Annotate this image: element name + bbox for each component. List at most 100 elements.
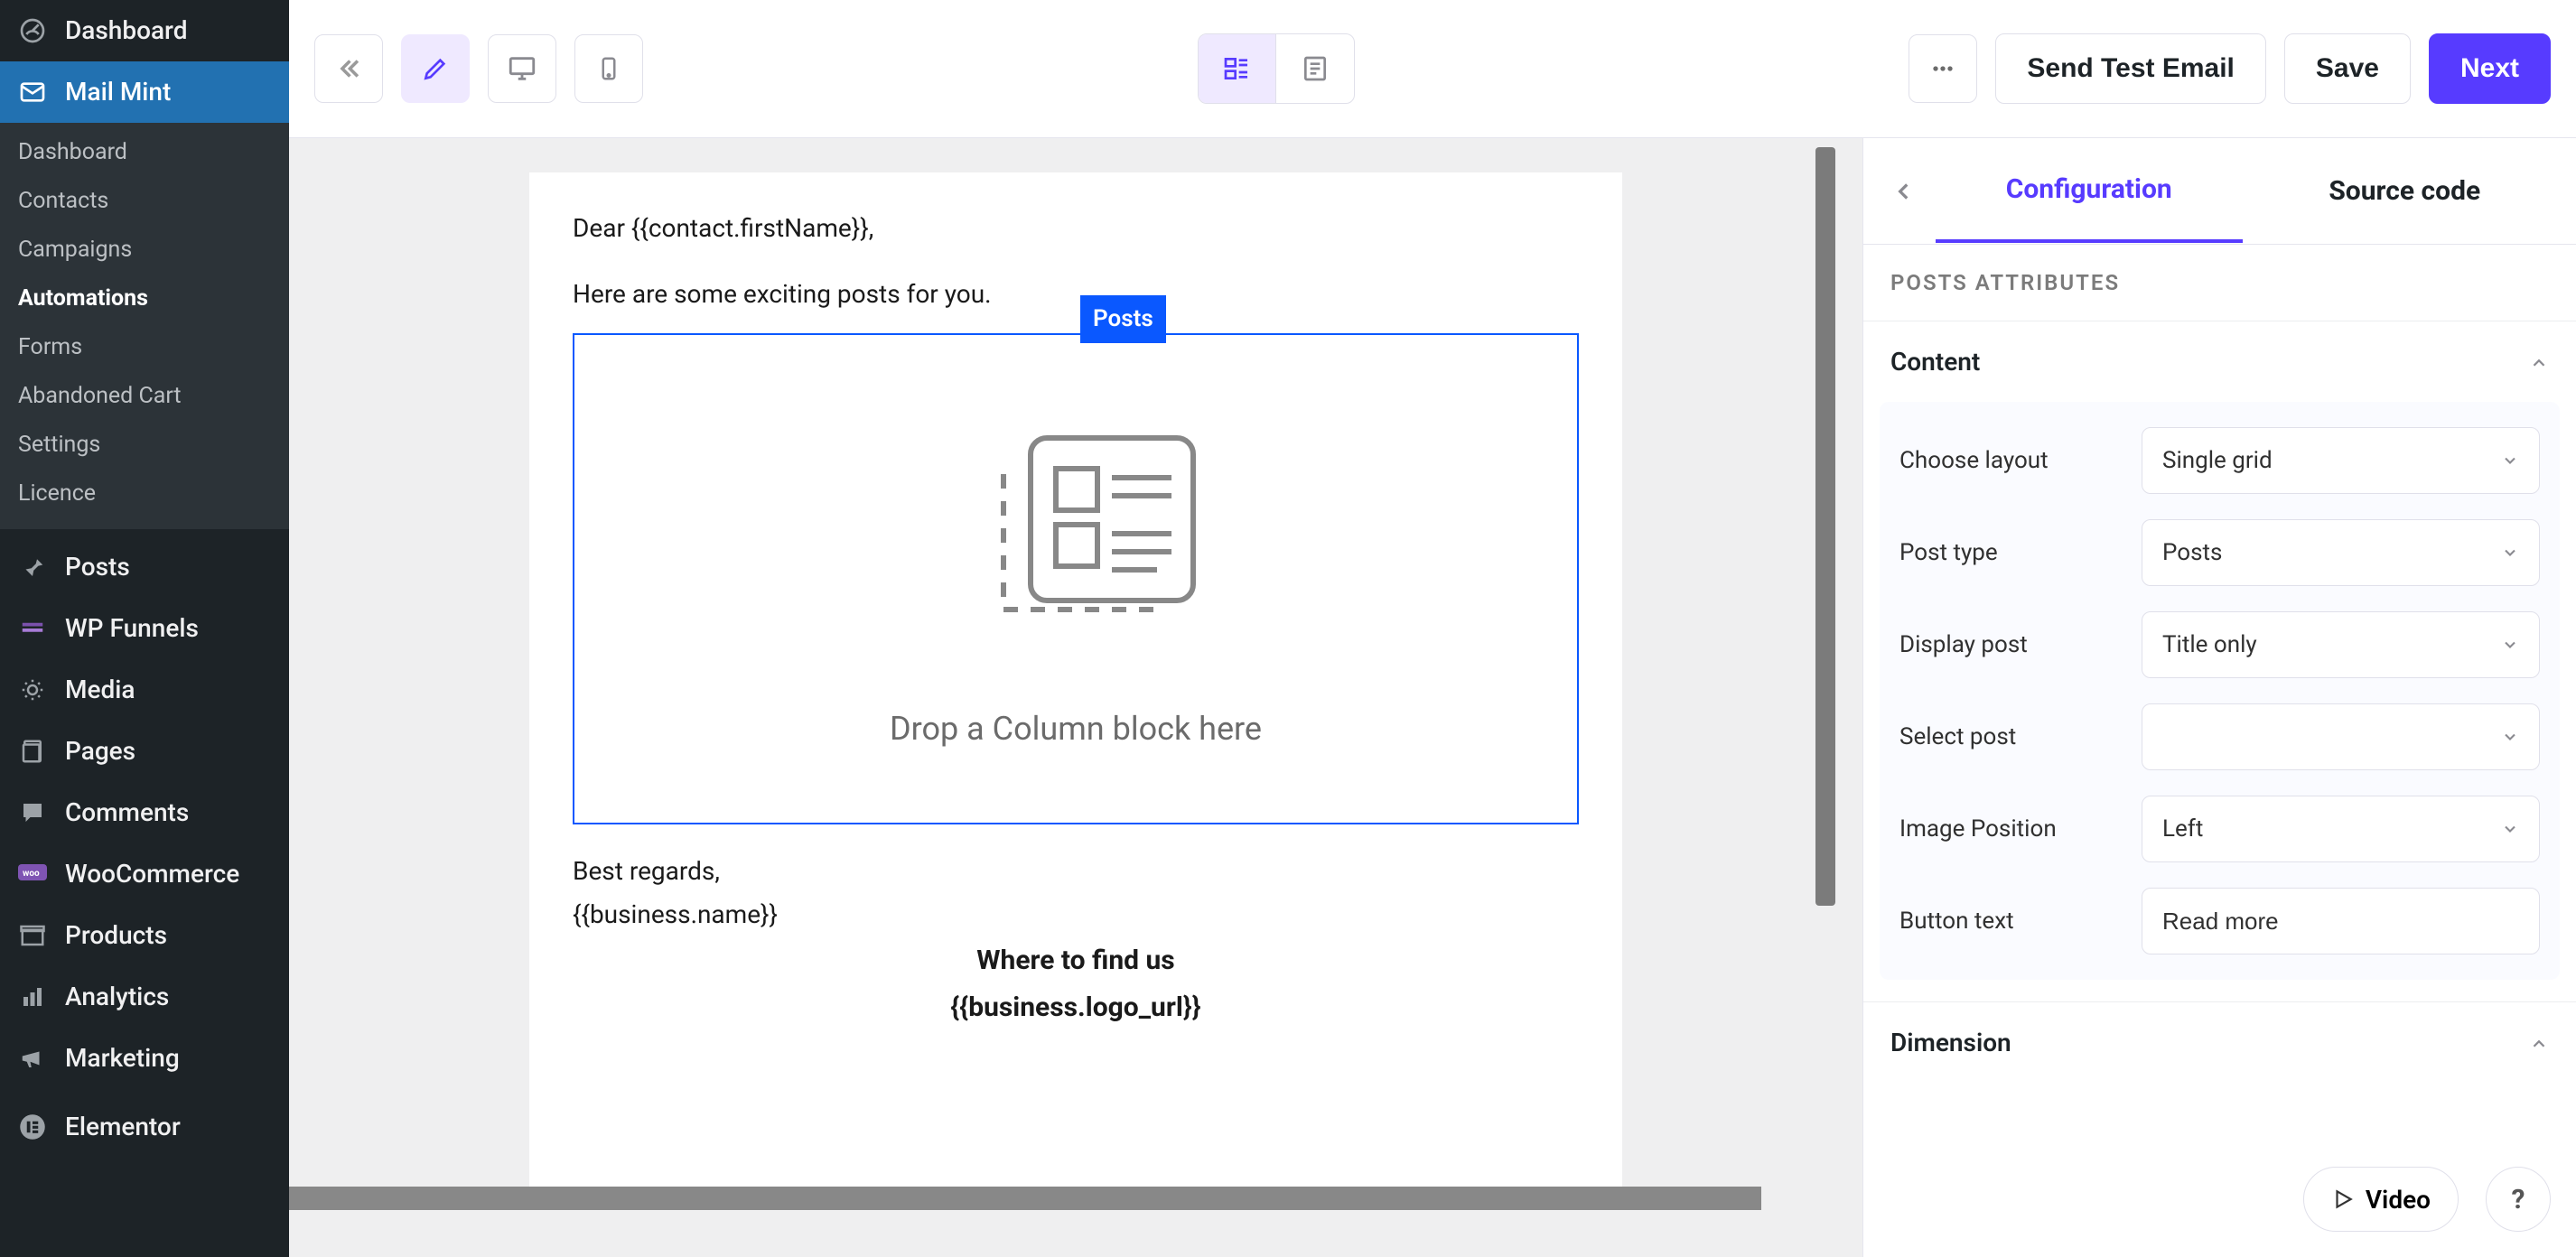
select-value: Single grid	[2162, 447, 2273, 474]
sub-item-forms[interactable]: Forms	[0, 323, 289, 372]
field-label: Choose layout	[1899, 447, 2125, 474]
svg-text:woo: woo	[23, 869, 40, 879]
analytics-icon	[16, 981, 49, 1013]
sub-item-abandoned-cart[interactable]: Abandoned Cart	[0, 372, 289, 421]
sidebar-item-label: Media	[65, 675, 135, 705]
editor-toolbar: Send Test Email Save Next	[289, 0, 2576, 138]
email-text-closing1[interactable]: Best regards,	[573, 852, 1579, 892]
field-label: Button text	[1899, 908, 2125, 935]
sidebar-item-posts[interactable]: Posts	[0, 536, 289, 598]
sidebar-item-label: WP Funnels	[65, 613, 199, 644]
help-button[interactable]: ?	[2486, 1167, 2551, 1232]
megaphone-icon	[16, 1042, 49, 1075]
email-text-greeting[interactable]: Dear {{contact.firstName}},	[573, 209, 1579, 249]
chevron-up-icon	[2529, 353, 2549, 373]
inspector-panel: Configuration Source code POSTS ATTRIBUT…	[1862, 138, 2576, 1257]
field-label: Image Position	[1899, 815, 2125, 843]
sidebar-collapse-button[interactable]	[314, 34, 383, 103]
section-content: Content Choose layout Single grid Post t…	[1863, 321, 2576, 1001]
video-label: Video	[2366, 1185, 2431, 1215]
block-type-tag: Posts	[1080, 295, 1166, 344]
sidebar-item-comments[interactable]: Comments	[0, 782, 289, 843]
footer-heading[interactable]: Where to find us	[573, 939, 1579, 982]
canvas-horizontal-scrollbar[interactable]	[289, 1187, 1761, 1210]
sub-item-automations[interactable]: Automations	[0, 275, 289, 323]
field-select-post: Select post	[1899, 703, 2540, 770]
button-text-input[interactable]	[2142, 888, 2540, 954]
page-icon	[16, 735, 49, 768]
sidebar-item-label: Marketing	[65, 1043, 180, 1074]
select-value: Title only	[2162, 631, 2257, 658]
sub-item-settings[interactable]: Settings	[0, 421, 289, 470]
section-content-header[interactable]: Content	[1863, 321, 2576, 402]
sub-item-licence[interactable]: Licence	[0, 470, 289, 518]
desktop-preview-button[interactable]	[488, 34, 556, 103]
section-title: Dimension	[1890, 1028, 2011, 1057]
chevron-down-icon	[2501, 544, 2519, 562]
sidebar-item-elementor[interactable]: Elementor	[0, 1096, 289, 1158]
video-help-button[interactable]: Video	[2303, 1167, 2459, 1232]
email-text-closing2[interactable]: {{business.name}}	[573, 895, 1579, 936]
text-view-button[interactable]	[1276, 34, 1354, 103]
post-type-select[interactable]: Posts	[2142, 519, 2540, 586]
media-icon	[16, 674, 49, 706]
select-post-select[interactable]	[2142, 703, 2540, 770]
save-button[interactable]: Save	[2284, 33, 2411, 104]
section-title: Content	[1890, 347, 1980, 377]
sidebar-item-dashboard[interactable]: Dashboard	[0, 0, 289, 61]
more-options-button[interactable]	[1909, 34, 1977, 103]
edit-mode-button[interactable]	[401, 34, 470, 103]
footer-logo-placeholder[interactable]: {{business.logo_url}}	[573, 986, 1579, 1029]
section-dimension: Dimension	[1863, 1001, 2576, 1083]
tab-source-code[interactable]: Source code	[2252, 141, 2559, 241]
chevron-down-icon	[2501, 728, 2519, 746]
sidebar-separator	[0, 529, 289, 536]
sidebar-item-woocommerce[interactable]: woo WooCommerce	[0, 843, 289, 905]
archive-icon	[16, 919, 49, 952]
sidebar-item-analytics[interactable]: Analytics	[0, 966, 289, 1028]
sidebar-submenu: Dashboard Contacts Campaigns Automations…	[0, 123, 289, 529]
gauge-icon	[16, 14, 49, 47]
sidebar-item-label: Mail Mint	[65, 77, 171, 107]
image-position-select[interactable]: Left	[2142, 796, 2540, 862]
sidebar-item-media[interactable]: Media	[0, 659, 289, 721]
field-display-post: Display post Title only	[1899, 611, 2540, 678]
chevron-up-icon	[2529, 1034, 2549, 1054]
sidebar-item-wp-funnels[interactable]: WP Funnels	[0, 598, 289, 659]
sidebar-item-label: Dashboard	[65, 15, 187, 46]
display-post-select[interactable]: Title only	[2142, 611, 2540, 678]
sidebar-item-label: WooCommerce	[65, 859, 239, 889]
email-canvas[interactable]: Dear {{contact.firstName}}, Here are som…	[529, 172, 1622, 1194]
mail-icon	[16, 76, 49, 108]
sub-item-campaigns[interactable]: Campaigns	[0, 226, 289, 275]
tab-configuration[interactable]: Configuration	[1936, 139, 2243, 243]
sidebar-item-pages[interactable]: Pages	[0, 721, 289, 782]
send-test-email-button[interactable]: Send Test Email	[1995, 33, 2266, 104]
pin-icon	[16, 551, 49, 583]
comment-icon	[16, 796, 49, 829]
sidebar-item-mail-mint[interactable]: Mail Mint	[0, 61, 289, 123]
choose-layout-select[interactable]: Single grid	[2142, 427, 2540, 494]
inspector-tabs: Configuration Source code	[1863, 138, 2576, 245]
sub-item-dashboard[interactable]: Dashboard	[0, 128, 289, 177]
select-value: Posts	[2162, 539, 2222, 566]
field-post-type: Post type Posts	[1899, 519, 2540, 586]
email-text-intro[interactable]: Here are some exciting posts for you.	[573, 275, 1579, 315]
woo-icon: woo	[16, 858, 49, 890]
field-button-text: Button text	[1899, 888, 2540, 954]
field-choose-layout: Choose layout Single grid	[1899, 427, 2540, 494]
sidebar-item-products[interactable]: Products	[0, 905, 289, 966]
block-view-button[interactable]	[1199, 34, 1276, 103]
mobile-preview-button[interactable]	[574, 34, 643, 103]
inspector-back-button[interactable]	[1881, 169, 1927, 214]
sidebar-item-label: Comments	[65, 797, 189, 828]
funnel-icon	[16, 612, 49, 645]
field-label: Post type	[1899, 539, 2125, 566]
section-dimension-header[interactable]: Dimension	[1863, 1002, 2576, 1083]
sidebar-item-marketing[interactable]: Marketing	[0, 1028, 289, 1089]
canvas-area: Dear {{contact.firstName}}, Here are som…	[289, 138, 1862, 1257]
view-mode-toggle	[1198, 33, 1355, 104]
next-button[interactable]: Next	[2429, 33, 2551, 104]
posts-block-selected[interactable]: Posts	[573, 333, 1579, 824]
sub-item-contacts[interactable]: Contacts	[0, 177, 289, 226]
